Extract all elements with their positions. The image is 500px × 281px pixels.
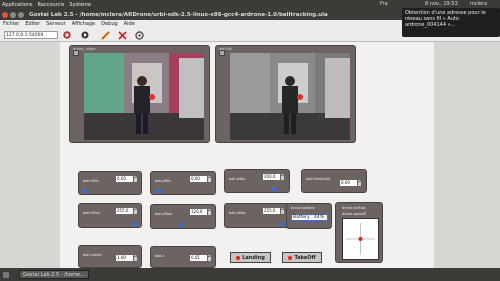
network-notification[interactable]: Obtention d'une adresse pour le réseau s… bbox=[402, 8, 500, 37]
ball-x-control: ball.x 0.01 ▴▾ bbox=[150, 246, 216, 268]
ball-pmin-slider[interactable] bbox=[156, 189, 161, 193]
ball-threshold-label: ball.threshold bbox=[306, 177, 330, 181]
ball-threshold-value[interactable]: 0.00 bbox=[340, 180, 357, 186]
ball-vmax-label: ball.vMax bbox=[229, 211, 246, 215]
server-address-field[interactable]: 127.0.0.1:54000 bbox=[4, 31, 58, 39]
ball-hmin-control: ball.hMin 0.00 ▴▾ bbox=[78, 171, 142, 195]
notification-text: Obtention d'une adresse pour le réseau s… bbox=[405, 10, 486, 28]
spin-button[interactable]: ▴▾ bbox=[134, 208, 137, 214]
ball-hmin-value[interactable]: 0.00 bbox=[116, 176, 133, 182]
takeoff-icon bbox=[288, 255, 293, 260]
ball-tracking-feed bbox=[230, 53, 350, 140]
joystick-widget: drone.shiftlat drone.speedZ bbox=[335, 202, 383, 263]
battery-label: drone.battery bbox=[291, 206, 315, 210]
ball-smax-control: ball.sMax 200.0 ▴▾ bbox=[224, 169, 290, 193]
ball-pmin-control: ball.pMin 0.00 ▴▾ bbox=[150, 171, 216, 195]
ball-smax-slider[interactable] bbox=[272, 187, 277, 191]
battery-widget: drone.battery Battery : 44% bbox=[286, 203, 332, 229]
taskbar: Gostai Lab 2.5 - /home... bbox=[0, 268, 500, 281]
spin-button[interactable]: ▴▾ bbox=[358, 180, 361, 186]
spin-button[interactable]: ▴▾ bbox=[134, 176, 137, 182]
spin-button[interactable]: ▴▾ bbox=[281, 174, 284, 180]
menu-applications[interactable]: Applications bbox=[2, 2, 33, 8]
settings-icon[interactable] bbox=[134, 30, 144, 40]
takeoff-button-label: TakeOff bbox=[294, 254, 316, 261]
takeoff-button[interactable]: TakeOff bbox=[282, 252, 322, 263]
edit-icon[interactable] bbox=[100, 30, 110, 40]
spin-button[interactable]: ▴▾ bbox=[208, 176, 211, 182]
clear-icon[interactable] bbox=[117, 30, 127, 40]
landing-button[interactable]: Landing bbox=[230, 252, 271, 263]
ball-smax-value[interactable]: 200.0 bbox=[263, 174, 280, 180]
ball-vmax-slider[interactable] bbox=[280, 222, 285, 226]
close-icon[interactable] bbox=[2, 11, 8, 18]
menu-help[interactable]: Aide bbox=[124, 21, 135, 27]
panel-menu-icon[interactable] bbox=[73, 50, 79, 56]
panel-menu-icon[interactable] bbox=[219, 50, 225, 56]
ball-x-label: ball.x bbox=[155, 254, 165, 258]
menu-system[interactable]: Système bbox=[69, 2, 91, 8]
ball-hmax-slider[interactable] bbox=[132, 222, 137, 226]
ball-pmin-value[interactable]: 0.00 bbox=[190, 176, 207, 182]
menu-shortcuts[interactable]: Raccourcis bbox=[38, 2, 65, 8]
show-desktop-icon[interactable] bbox=[3, 271, 9, 278]
ball-threshold-control: ball.threshold 0.00 ▴▾ bbox=[301, 169, 367, 193]
taskbar-window-button[interactable]: Gostai Lab 2.5 - /home... bbox=[19, 270, 89, 279]
maximize-icon[interactable] bbox=[18, 11, 24, 18]
ball-pmax-value[interactable]: 120.0 bbox=[190, 209, 207, 215]
spin-button[interactable]: ▴▾ bbox=[281, 208, 284, 214]
menu-debug[interactable]: Debug bbox=[101, 21, 117, 27]
user-menu[interactable]: mclera bbox=[470, 1, 487, 7]
clock[interactable]: 8 nov., 19:53 bbox=[425, 1, 458, 7]
ball-hmax-label: ball.hMax bbox=[83, 211, 100, 215]
ball-pmin-label: ball.pMin bbox=[155, 179, 171, 183]
spin-button[interactable]: ▴▾ bbox=[208, 209, 211, 215]
ball-x-value[interactable]: 0.01 bbox=[190, 255, 207, 261]
ball-visible-label: ball.visible bbox=[83, 253, 102, 257]
ball-tracking-panel: ball.tail bbox=[215, 45, 356, 143]
right-pane bbox=[434, 42, 500, 268]
joystick-y-label: drone.speedZ bbox=[342, 212, 367, 216]
connect-icon[interactable] bbox=[62, 30, 72, 40]
menu-edit[interactable]: Editer bbox=[25, 21, 40, 27]
ball-hmin-label: ball.hMin bbox=[83, 179, 99, 183]
menu-server[interactable]: Serveur bbox=[46, 21, 66, 27]
landing-button-label: Landing bbox=[242, 254, 265, 261]
language-indicator[interactable]: Fra bbox=[380, 1, 388, 7]
landing-icon bbox=[236, 255, 241, 260]
ball-vmax-control: ball.vMax 255.0 ▴▾ bbox=[224, 203, 290, 228]
ball-hmin-slider[interactable] bbox=[82, 189, 87, 193]
joystick-x-label: drone.shiftlat bbox=[342, 206, 366, 210]
menu-file[interactable]: Fichier bbox=[3, 21, 19, 27]
ball-visible-value[interactable]: 1.00 bbox=[116, 255, 133, 261]
ball-hmax-control: ball.hMax 255.0 ▴▾ bbox=[78, 203, 142, 228]
ball-pmax-control: ball.pMax 120.0 ▴▾ bbox=[150, 204, 216, 229]
menu-view[interactable]: Affichage bbox=[72, 21, 96, 27]
ball-visible-control: ball.visible 1.00 ▴▾ bbox=[78, 245, 142, 268]
spin-button[interactable]: ▴▾ bbox=[134, 255, 137, 261]
minimize-icon[interactable] bbox=[10, 11, 16, 18]
spin-button[interactable]: ▴▾ bbox=[208, 255, 211, 261]
ball-pmax-slider[interactable] bbox=[179, 223, 184, 227]
window-title: Gostai Lab 2.5 - /home/mclera/ARDrone/ur… bbox=[29, 11, 328, 18]
run-icon[interactable] bbox=[80, 30, 90, 40]
ball-vmax-value[interactable]: 255.0 bbox=[263, 208, 280, 214]
ball-hmax-value[interactable]: 255.0 bbox=[116, 208, 133, 214]
left-pane bbox=[0, 42, 60, 268]
drone-video-panel: drone_.video bbox=[69, 45, 210, 143]
ball-smax-label: ball.sMax bbox=[229, 177, 246, 181]
battery-indicator: Battery : 44% bbox=[291, 214, 328, 221]
joystick-pad[interactable] bbox=[342, 218, 379, 260]
camera-video-feed bbox=[84, 53, 204, 140]
ball-pmax-label: ball.pMax bbox=[155, 212, 172, 216]
